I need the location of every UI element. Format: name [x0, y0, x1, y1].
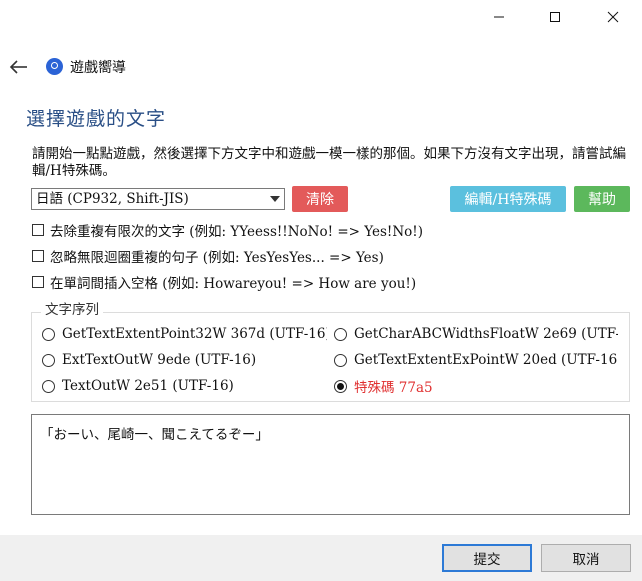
option-insert-spaces[interactable]: 在單詞間插入空格 (例如: Howareyou! => How are you!… [32, 273, 417, 292]
radio-button[interactable] [334, 327, 347, 341]
hook-option-label: ExtTextOutW 9ede (UTF-16) [62, 352, 257, 368]
maximize-button[interactable] [532, 0, 578, 34]
maximize-icon [550, 12, 560, 22]
encoding-select-value: 日語 (CP932, Shift-JIS) [36, 191, 189, 207]
cancel-button[interactable]: 取消 [541, 544, 631, 572]
edit-hcode-button[interactable]: 編輯/H特殊碼 [450, 186, 566, 212]
radio-button[interactable] [334, 353, 347, 367]
text-sequence-legend: 文字序列 [41, 298, 103, 318]
instruction-text: 請開始一點點遊戲，然後選擇下方文字中和遊戲一模一樣的那個。如果下方沒有文字出現，… [32, 146, 626, 179]
radio-button[interactable] [42, 327, 55, 341]
hook-option[interactable]: GetTextExtentExPointW 20ed (UTF-16) [334, 351, 618, 369]
option-ignore-loops[interactable]: 忽略無限迴圈重複的句子 (例如: YesYesYes... => Yes) [32, 247, 384, 266]
radio-button-checked[interactable] [334, 379, 347, 393]
minimize-button[interactable] [476, 0, 522, 34]
checkbox[interactable] [32, 224, 44, 236]
hook-option-label: TextOutW 2e51 (UTF-16) [62, 378, 234, 394]
encoding-select[interactable]: 日語 (CP932, Shift-JIS) [31, 188, 285, 210]
option-label: 忽略無限迴圈重複的句子 (例如: YesYesYes... => Yes) [50, 250, 384, 266]
radio-button[interactable] [42, 353, 55, 367]
option-label: 去除重複有限次的文字 (例如: YYeess!!NoNo! => Yes!No!… [50, 224, 423, 240]
hook-option-label: GetTextExtentExPointW 20ed (UTF-16) [354, 352, 618, 368]
preview-textarea[interactable]: 「おーい、尾崎一、聞こえてるぞー」 [31, 414, 630, 515]
radio-button[interactable] [42, 379, 55, 393]
hook-option-label: GetCharABCWidthsFloatW 2e69 (UTF-16) [354, 326, 618, 342]
option-remove-repeats[interactable]: 去除重複有限次的文字 (例如: YYeess!!NoNo! => Yes!No!… [32, 221, 423, 240]
chevron-down-icon [270, 196, 280, 202]
hook-option-label: GetTextExtentPoint32W 367d (UTF-16) [62, 326, 327, 342]
hook-option[interactable]: ExtTextOutW 9ede (UTF-16) [42, 351, 327, 369]
option-label: 在單詞間插入空格 (例如: Howareyou! => How are you!… [50, 276, 417, 292]
hook-option[interactable]: GetCharABCWidthsFloatW 2e69 (UTF-16) [334, 325, 618, 343]
close-icon [607, 11, 619, 23]
app-title: 遊戲嚮導 [70, 60, 126, 76]
hook-option-label: 特殊碼 77a5 [354, 380, 433, 395]
minimize-icon [494, 16, 504, 18]
hook-option[interactable]: TextOutW 2e51 (UTF-16) [42, 377, 327, 395]
close-button[interactable] [590, 0, 636, 34]
hook-option[interactable]: GetTextExtentPoint32W 367d (UTF-16) [42, 325, 327, 343]
page-title: 選擇遊戲的文字 [26, 108, 167, 130]
hook-option-selected[interactable]: 特殊碼 77a5 [334, 377, 618, 395]
checkbox[interactable] [32, 250, 44, 262]
submit-button[interactable]: 提交 [442, 544, 532, 572]
back-button[interactable] [8, 56, 30, 78]
preview-text: 「おーい、尾崎一、聞こえてるぞー」 [40, 427, 269, 443]
app-icon [46, 58, 63, 75]
checkbox[interactable] [32, 276, 44, 288]
help-button[interactable]: 幫助 [574, 186, 630, 212]
back-arrow-icon [9, 60, 27, 74]
clear-button[interactable]: 清除 [292, 186, 348, 212]
